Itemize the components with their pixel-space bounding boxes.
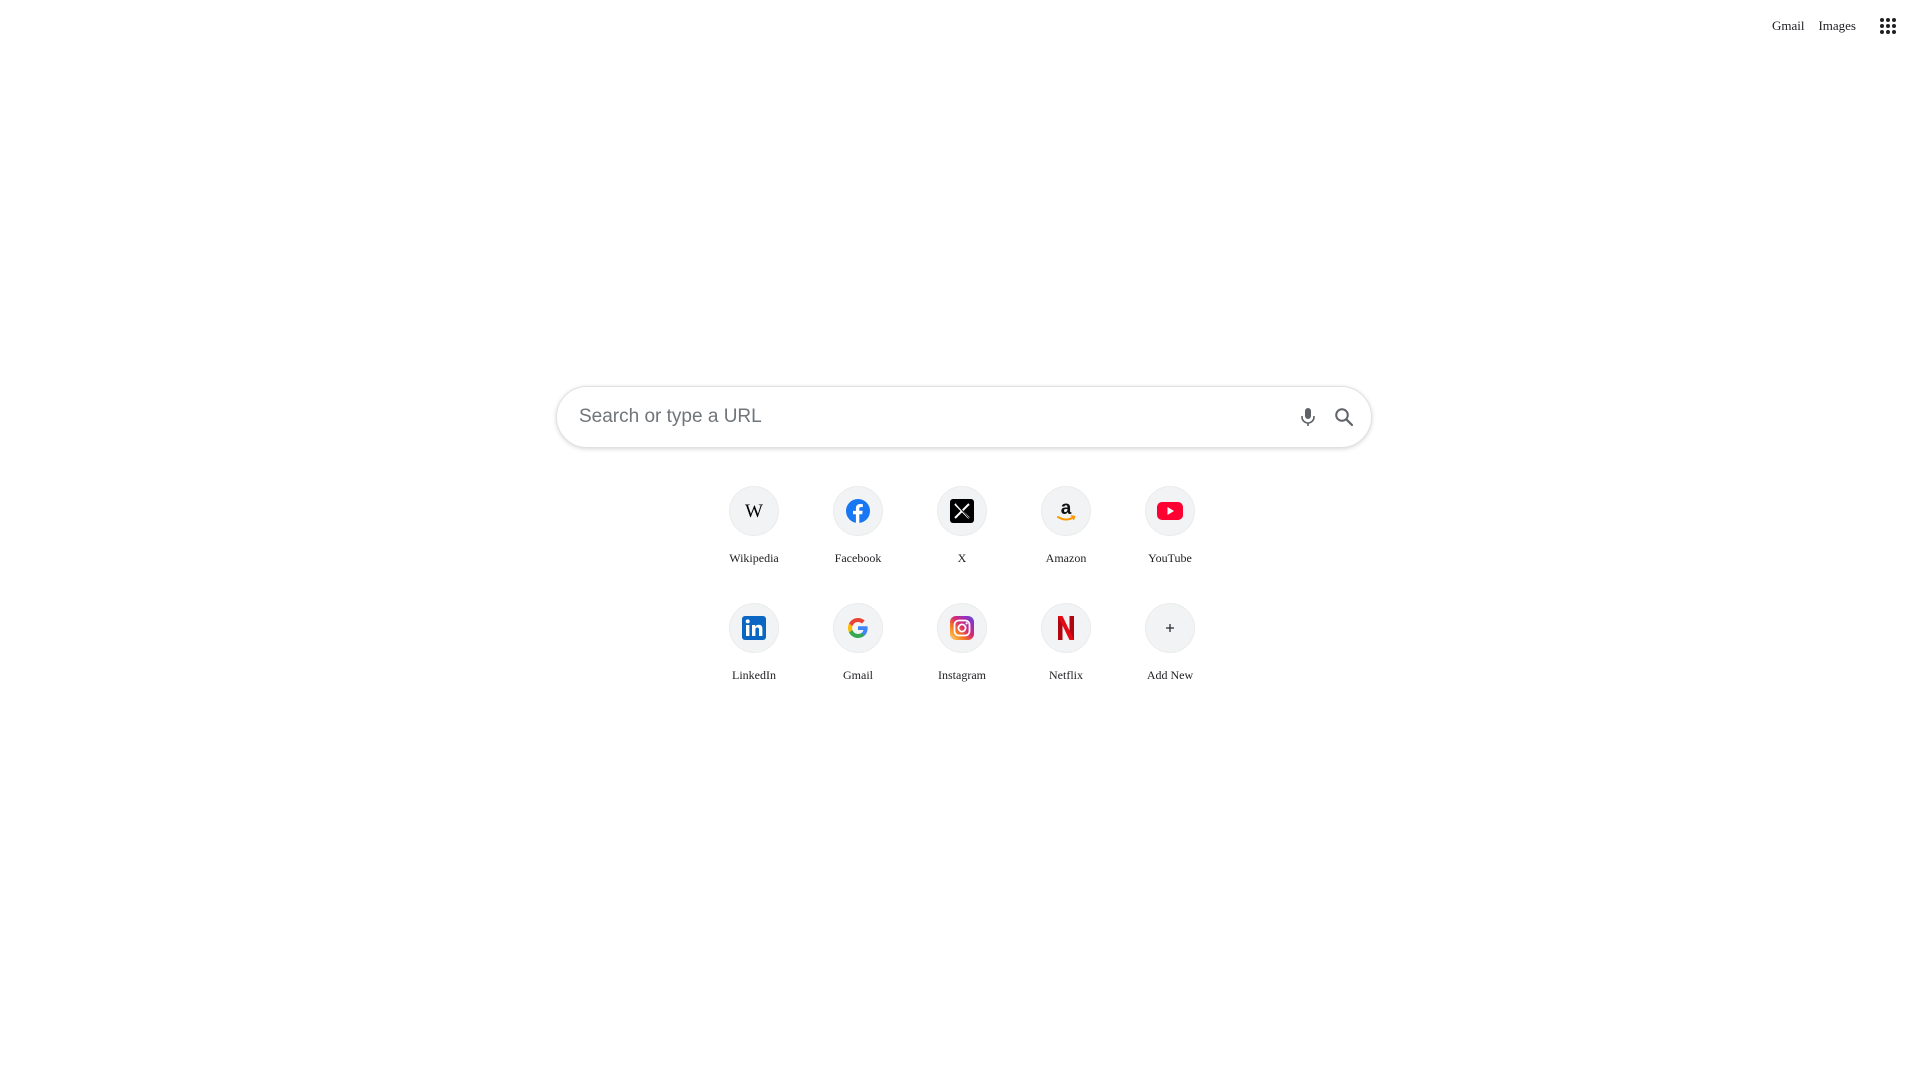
shortcut-instagram[interactable]: Instagram	[910, 603, 1014, 720]
google-icon	[848, 618, 868, 638]
shortcuts-grid: W Wikipedia Facebook X a Amazon YouTube …	[702, 486, 1222, 720]
shortcut-label: Facebook	[834, 551, 882, 565]
shortcut-linkedin[interactable]: LinkedIn	[702, 603, 806, 720]
shortcut-icon-container	[937, 603, 987, 653]
shortcut-label: X	[957, 551, 967, 565]
shortcut-icon-container: a	[1041, 486, 1091, 536]
images-link[interactable]: Images	[1818, 16, 1856, 36]
svg-text:a: a	[1061, 498, 1072, 519]
wikipedia-icon: W	[745, 501, 763, 522]
shortcut-amazon[interactable]: a Amazon	[1014, 486, 1118, 603]
voice-search-button[interactable]	[1297, 406, 1319, 428]
netflix-icon	[1058, 616, 1074, 640]
shortcut-icon-container	[1145, 603, 1195, 653]
amazon-icon: a	[1057, 498, 1076, 521]
shortcut-label: Amazon	[1045, 551, 1087, 565]
shortcut-label: YouTube	[1148, 551, 1192, 565]
search-input[interactable]	[557, 387, 1297, 447]
search-box	[556, 386, 1372, 448]
shortcut-x[interactable]: X	[910, 486, 1014, 603]
facebook-icon	[846, 499, 870, 523]
shortcut-label: Wikipedia	[729, 551, 779, 565]
shortcut-label: Add New	[1146, 668, 1194, 682]
shortcut-icon-container	[1145, 486, 1195, 536]
shortcut-icon-container	[833, 486, 883, 536]
shortcut-facebook[interactable]: Facebook	[806, 486, 910, 603]
shortcut-icon-container	[729, 603, 779, 653]
top-bar: Gmail Images	[1772, 14, 1900, 38]
apps-button[interactable]	[1876, 14, 1900, 38]
shortcut-netflix[interactable]: Netflix	[1014, 603, 1118, 720]
shortcut-icon-container: W	[729, 486, 779, 536]
shortcut-icon-container	[833, 603, 883, 653]
shortcut-label: Gmail	[843, 668, 873, 682]
shortcut-label: LinkedIn	[732, 668, 776, 682]
add-shortcut-button[interactable]: Add New	[1118, 603, 1222, 720]
shortcut-gmail[interactable]: Gmail	[806, 603, 910, 720]
shortcut-label: Instagram	[938, 668, 986, 682]
apps-grid-icon	[1880, 18, 1896, 34]
shortcut-youtube[interactable]: YouTube	[1118, 486, 1222, 603]
search-actions	[1297, 406, 1371, 428]
shortcut-icon-container	[1041, 603, 1091, 653]
x-icon	[950, 499, 974, 523]
plus-icon	[1166, 624, 1174, 632]
youtube-icon	[1157, 502, 1183, 520]
shortcut-label: Netflix	[1049, 668, 1083, 682]
gmail-link[interactable]: Gmail	[1772, 16, 1805, 36]
search-button[interactable]	[1333, 406, 1355, 428]
svg-text:W: W	[745, 501, 763, 522]
microphone-icon	[1301, 408, 1315, 426]
shortcut-icon-container	[937, 486, 987, 536]
linkedin-icon	[742, 616, 766, 640]
instagram-icon	[950, 616, 974, 640]
shortcut-wikipedia[interactable]: W Wikipedia	[702, 486, 806, 603]
search-icon	[1335, 408, 1354, 427]
